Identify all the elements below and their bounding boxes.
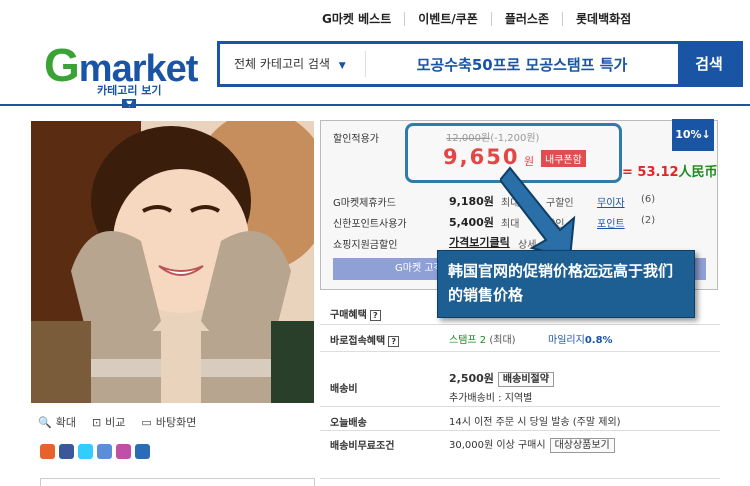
- nav-events[interactable]: 이벤트/쿠폰: [404, 12, 491, 26]
- wallpaper-button[interactable]: ▭ 바탕화면: [141, 414, 196, 430]
- twitter-icon[interactable]: [78, 444, 93, 459]
- shipping-save-button[interactable]: 배송비절약: [497, 372, 554, 387]
- free-shipping: 30,000원 이상 구매시 대상상품보기: [449, 436, 615, 453]
- nav-best[interactable]: G마켓 베스트: [322, 12, 404, 26]
- help-icon[interactable]: ?: [369, 310, 381, 321]
- facebook-icon[interactable]: [59, 444, 74, 459]
- search-input[interactable]: 모공수축50프로 모공스탬프 특가: [366, 54, 678, 75]
- annotation-note: 韩国官网的促销价格远远高于我们的销售价格: [437, 250, 695, 318]
- today-shipping: 14시 이전 주문 시 당일 발송 (주말 제외): [449, 417, 621, 428]
- nav-plus-zone[interactable]: 플러스존: [490, 12, 562, 26]
- header-divider: [0, 104, 750, 106]
- child-with-mittens-illustration: [31, 121, 314, 403]
- zoom-button[interactable]: 🔍 확대: [38, 414, 76, 430]
- nav-lotte[interactable]: 롯데백화점: [562, 12, 644, 26]
- discount-price-label: 할인적용가: [333, 134, 379, 145]
- search-category-select[interactable]: 전체 카테고리 검색 ▼: [220, 51, 366, 77]
- chevron-down-icon: ▼: [338, 61, 346, 71]
- blog-icon[interactable]: [135, 444, 150, 459]
- search-bar: 전체 카테고리 검색 ▼ 모공수축50프로 모공스탬프 특가 검색: [217, 41, 743, 87]
- compare-button[interactable]: ⊡ 비교: [92, 414, 125, 430]
- point-link[interactable]: 포인트: [597, 215, 625, 230]
- stamp-benefit: 스탬프 2 (최대): [449, 335, 516, 346]
- subsidy-label: 쇼핑지원금할인: [333, 240, 398, 251]
- annotation-arrow-icon: [500, 166, 576, 260]
- share-icons: [40, 444, 150, 459]
- cyworld-icon[interactable]: [116, 444, 131, 459]
- installment-link[interactable]: 무이자: [597, 194, 625, 209]
- point-price: 5,400원: [449, 216, 494, 229]
- left-panel-box: [40, 478, 315, 486]
- point-label: 신한포인트사용가: [333, 219, 407, 230]
- help-icon[interactable]: ?: [388, 336, 400, 347]
- product-image[interactable]: [31, 121, 314, 403]
- rmb-conversion: = 53.12人民币: [622, 165, 718, 180]
- compare-icon: ⊡: [91, 415, 102, 429]
- shipping-fee: 2,500원 배송비절약: [449, 370, 554, 387]
- mileage-benefit: 마일리지0.8%: [548, 335, 613, 346]
- top-nav: G마켓 베스트 이벤트/쿠폰 플러스존 롯데백화점: [322, 12, 644, 26]
- me2day-icon[interactable]: [97, 444, 112, 459]
- target-products-button[interactable]: 대상상품보기: [549, 438, 615, 453]
- card-label: G마켓제휴카드: [333, 198, 396, 209]
- share-icon[interactable]: [40, 444, 55, 459]
- magnifier-icon: 🔍: [38, 415, 52, 429]
- image-tools: 🔍 확대 ⊡ 비교 ▭ 바탕화면: [38, 414, 196, 430]
- discount-badge: 10%↓: [672, 119, 714, 151]
- shipping-extra: 추가배송비 : 지역별: [449, 393, 533, 404]
- card-price: 9,180원: [449, 195, 494, 208]
- monitor-icon: ▭: [141, 415, 152, 429]
- search-button[interactable]: 검색: [678, 44, 740, 84]
